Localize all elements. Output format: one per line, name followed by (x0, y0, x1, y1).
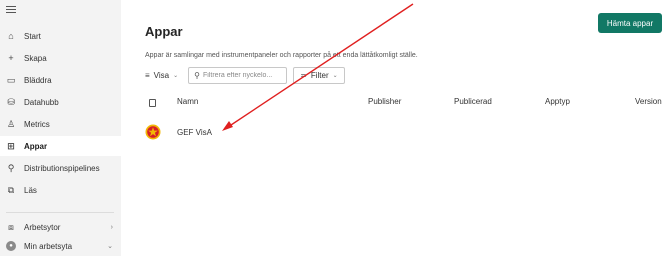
chevron-down-icon: ⌄ (173, 72, 179, 79)
search-input[interactable] (202, 71, 281, 79)
toolbar: ≡ Visa ⌄ ⚲ ≂ Filter ⌄ (145, 66, 345, 84)
chevron-right-icon: › (110, 223, 113, 231)
sidebar-item-start[interactable]: ⌂ Start (0, 26, 121, 46)
filter-label: Filter (310, 70, 329, 80)
sidebar-divider (6, 212, 114, 213)
workspaces-icon: ⧈ (8, 221, 14, 232)
sidebar-item-datahubb[interactable]: ⛁ Datahubb (0, 92, 121, 112)
sidebar-item-label: Start (24, 31, 41, 41)
filter-button[interactable]: ≂ Filter ⌄ (293, 66, 345, 84)
sidebar-item-label: Distributionspipelines (24, 163, 100, 173)
app-name-link[interactable]: GEF VisA (177, 128, 212, 137)
column-header-app-type[interactable]: Apptyp (545, 97, 570, 106)
view-label: Visa (153, 70, 170, 80)
sidebar-item-bladdra[interactable]: ▭ Bläddra (0, 70, 121, 90)
document-type-icon (149, 99, 156, 107)
table-row[interactable]: GEF VisA (145, 124, 666, 142)
sidebar-item-min-arbetsyta[interactable]: ● Min arbetsyta ⌄ (0, 236, 121, 256)
sidebar-item-label: Min arbetsyta (24, 241, 73, 251)
sidebar-item-label: Datahubb (24, 97, 59, 107)
column-header-name[interactable]: Namn (177, 97, 198, 106)
sidebar-item-distributionspipelines[interactable]: ⚲ Distributionspipelines (0, 158, 121, 178)
main-content: Appar Hämta appar Appar är samlingar med… (121, 0, 666, 256)
avatar: ● (6, 241, 16, 251)
sidebar-item-metrics[interactable]: ♙ Metrics (0, 114, 121, 134)
list-view-icon: ≡ (145, 70, 150, 80)
sidebar-item-arbetsytor[interactable]: ⧈ Arbetsytor › (0, 217, 121, 237)
column-header-published[interactable]: Publicerad (454, 97, 492, 106)
home-icon: ⌂ (8, 31, 14, 41)
table-header: Namn Publisher Publicerad Apptyp Version (145, 97, 666, 111)
sidebar-item-label: Arbetsytor (24, 222, 61, 232)
folder-icon: ▭ (6, 74, 16, 85)
sidebar-item-skapa[interactable]: + Skapa (0, 48, 121, 68)
page-title: Appar (145, 24, 183, 39)
book-icon: ⧉ (7, 184, 15, 195)
trophy-icon: ♙ (6, 118, 16, 129)
plus-icon: + (8, 53, 14, 63)
sidebar-item-las[interactable]: ⧉ Läs (0, 180, 121, 200)
column-header-version[interactable]: Version (635, 97, 662, 106)
sidebar-item-label: Bläddra (24, 75, 52, 85)
sidebar-item-label: Metrics (24, 119, 50, 129)
apps-icon: ⊞ (7, 140, 15, 151)
database-icon: ⛁ (7, 96, 15, 107)
hamburger-menu-icon[interactable] (6, 4, 16, 14)
chevron-down-icon: ⌄ (332, 72, 338, 79)
sidebar: ⌂ Start + Skapa ▭ Bläddra ⛁ Datahubb ♙ M… (0, 0, 121, 256)
view-dropdown[interactable]: ≡ Visa ⌄ (145, 71, 178, 80)
search-box: ⚲ (188, 66, 288, 84)
rocket-icon: ⚲ (7, 162, 15, 173)
sidebar-item-appar[interactable]: ⊞ Appar (0, 136, 121, 156)
app-logo-icon (145, 124, 161, 140)
chevron-down-icon: ⌄ (107, 243, 113, 250)
filter-icon: ≂ (300, 70, 307, 80)
column-header-publisher[interactable]: Publisher (368, 97, 401, 106)
sidebar-item-label: Skapa (24, 53, 47, 63)
get-apps-button[interactable]: Hämta appar (598, 13, 662, 33)
sidebar-item-label: Läs (24, 185, 37, 195)
user-avatar-icon: ● (6, 241, 16, 251)
page-description: Appar är samlingar med instrumentpaneler… (145, 52, 418, 59)
search-icon: ⚲ (194, 70, 200, 80)
sidebar-item-label: Appar (24, 141, 48, 151)
